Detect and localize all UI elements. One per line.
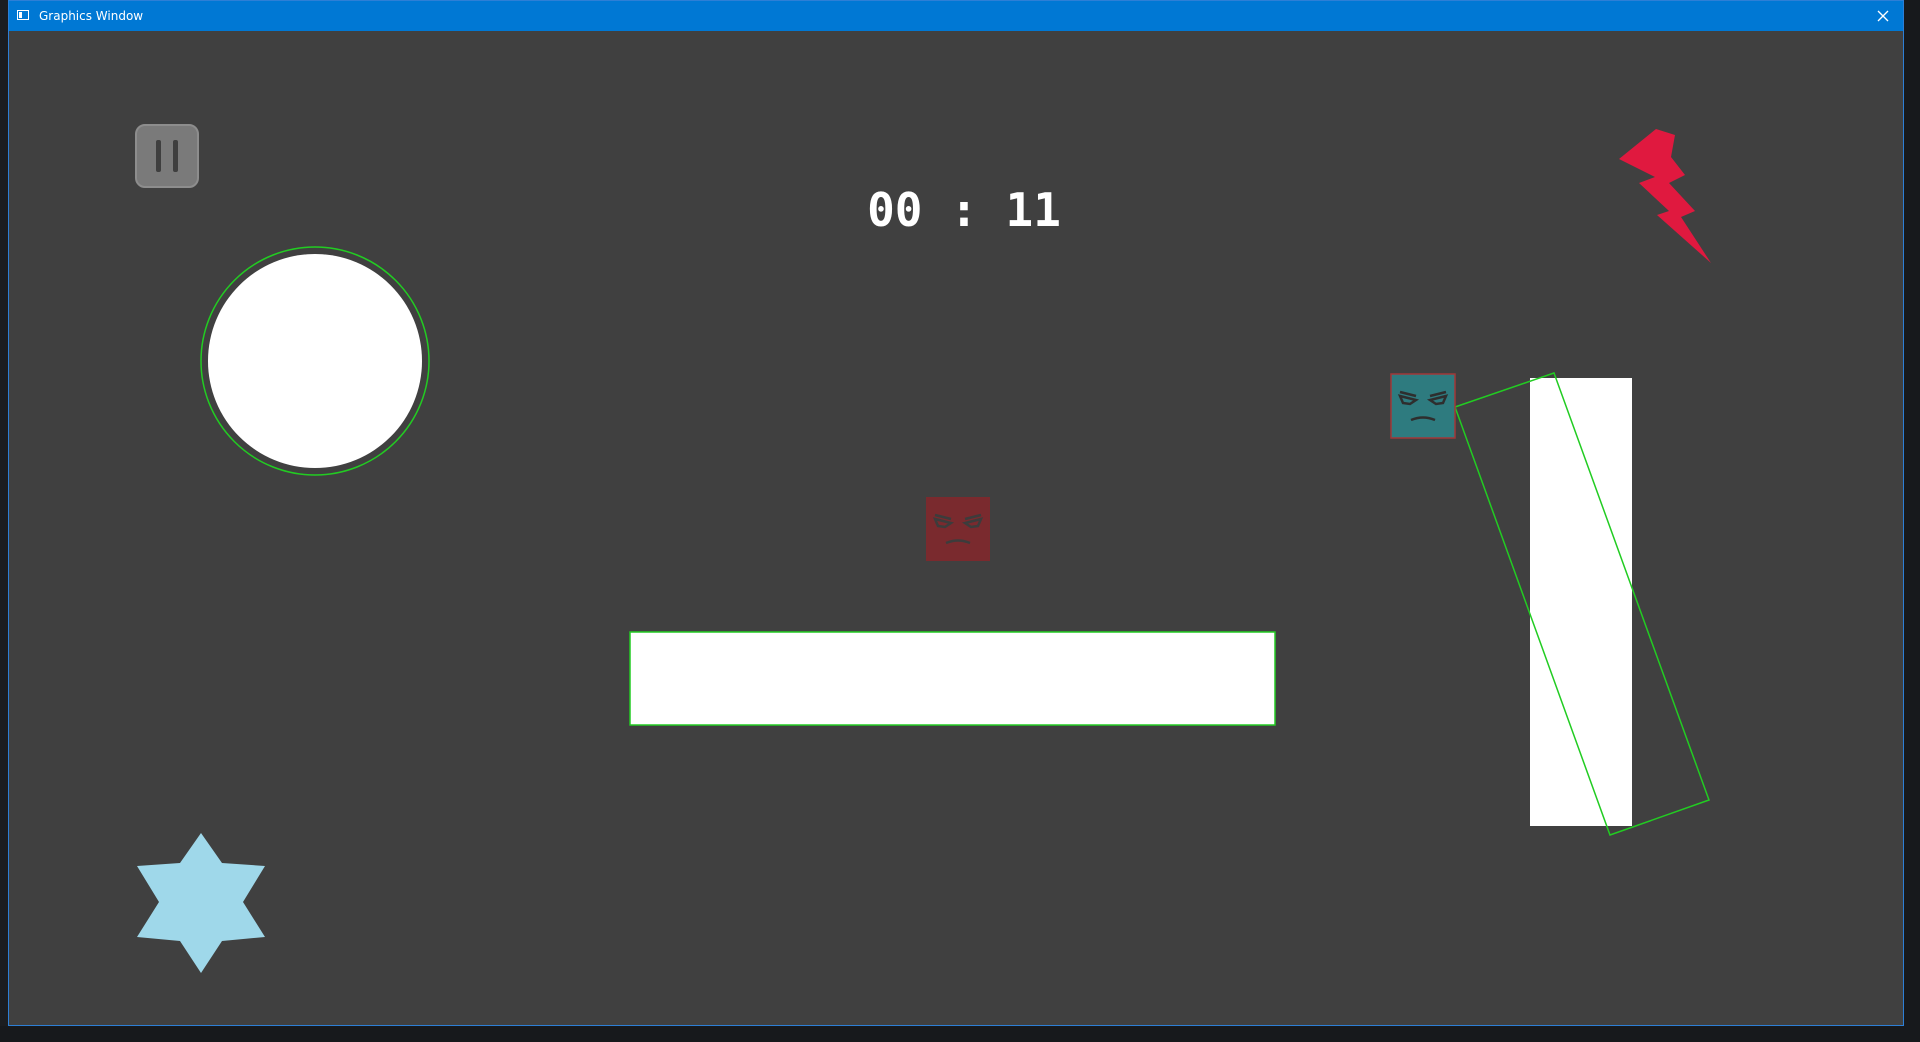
window-titlebar[interactable]: Graphics Window bbox=[9, 1, 1903, 31]
desktop-edge-bottom bbox=[0, 1026, 1920, 1042]
window-icon bbox=[17, 10, 29, 20]
graphics-window: Graphics Window 00: 11 bbox=[8, 0, 1904, 1026]
pause-icon-bar-left bbox=[156, 140, 161, 172]
close-button[interactable] bbox=[1863, 1, 1903, 31]
close-icon bbox=[1877, 10, 1889, 22]
six-point-star-icon[interactable] bbox=[137, 833, 265, 973]
enemy-red bbox=[926, 497, 990, 561]
pause-icon-bar-right bbox=[173, 140, 178, 172]
ball[interactable] bbox=[208, 254, 422, 468]
window-title: Graphics Window bbox=[39, 9, 144, 23]
pause-button[interactable] bbox=[135, 124, 199, 188]
game-canvas[interactable]: 00 : 11 bbox=[9, 31, 1903, 1025]
enemy-teal bbox=[1390, 373, 1456, 439]
lightning-bolt-icon[interactable] bbox=[1619, 129, 1711, 263]
game-scene bbox=[137, 129, 1711, 973]
desktop-edge-right bbox=[1904, 0, 1920, 1042]
platform bbox=[630, 632, 1275, 725]
timer-display: 00 : 11 bbox=[867, 183, 1061, 237]
